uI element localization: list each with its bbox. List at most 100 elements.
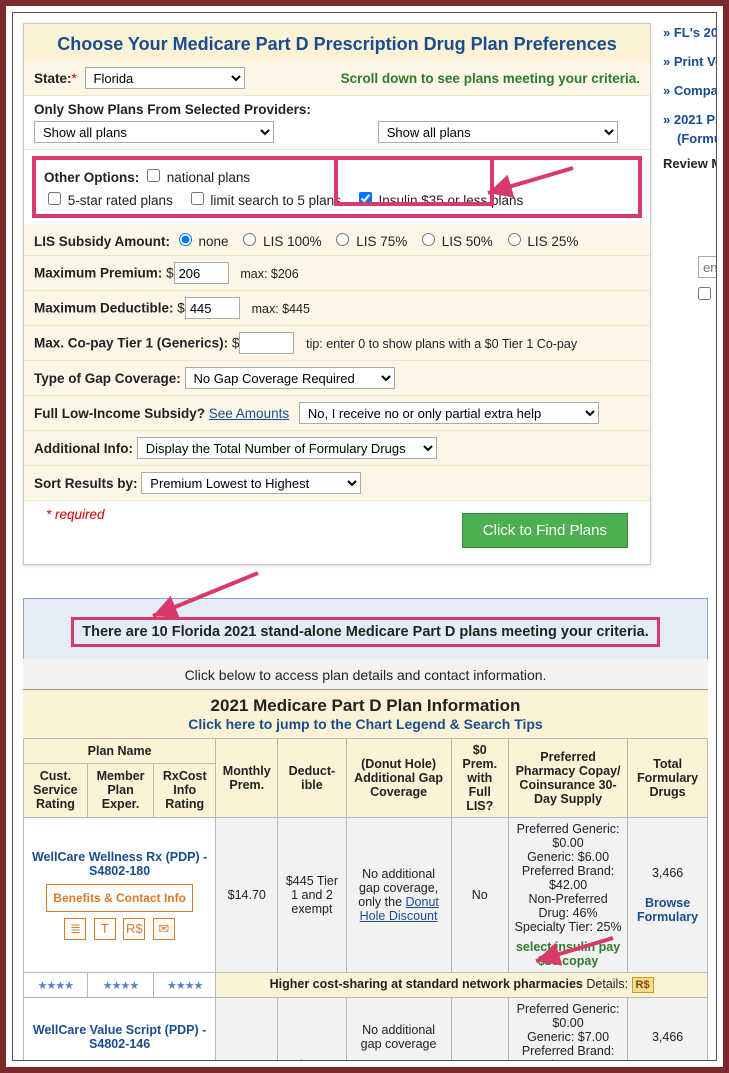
sidebar-links: FL's 202 Print Ve Compar 2021 PD (Formul… [663,25,717,303]
addl-info-select[interactable]: Display the Total Number of Formulary Dr… [137,437,437,459]
max-deduct-hint: max: $445 [252,302,310,316]
copay-line: Non-Preferred Drug: 46% [513,892,623,920]
plan1-total: 3,466 [632,866,703,880]
stars-cust: ★★★★ [38,980,73,992]
table-row: WellCare Wellness Rx (PDP) - S4802-180 B… [24,818,708,973]
doc-icon[interactable]: ≣ [64,918,86,940]
lis-100-radio[interactable]: LIS 100% [238,234,321,249]
side-link-formulary[interactable]: (Formul [677,131,717,146]
max-deduct-label: Maximum Deductible: [34,301,174,316]
provider-select-1[interactable]: Show all plans [34,121,274,143]
th-zero: $0 Prem. with Full LIS? [451,739,508,818]
plan1-benefits-button[interactable]: Benefits & Contact Info [46,884,193,912]
limit-5-checkbox[interactable]: limit search to 5 plans [187,193,341,208]
state-select[interactable]: Florida [85,67,245,89]
th-rxcost: RxCost Info Rating [154,763,216,817]
plan1-name-link[interactable]: WellCare Wellness Rx (PDP) - S4802-180 [28,850,211,878]
results-banner-wrap: There are 10 Florida 2021 stand-alone Me… [23,598,708,666]
scroll-note: Scroll down to see plans meeting your cr… [341,71,640,86]
dollar-sign: $ [166,266,174,281]
lis-75-radio[interactable]: LIS 75% [331,234,407,249]
rx-icon[interactable]: R$ [123,918,145,940]
insulin-copay-note: select insulin pay $35 copay [513,940,623,968]
max-premium-hint: max: $206 [240,267,298,281]
chart-legend-link[interactable]: Click here to jump to the Chart Legend &… [33,716,698,732]
dollar-sign: $ [177,301,185,316]
copay-line: Preferred Generic: $0.00 [513,1002,623,1030]
email-input[interactable] [698,256,717,278]
max-premium-input[interactable] [174,262,229,284]
results-title: 2021 Medicare Part D Plan Information [33,696,698,716]
dollar-sign: $ [232,336,240,351]
copay-line: Generic: $6.00 [513,850,623,864]
th-cust: Cust. Service Rating [24,763,88,817]
free-checkbox[interactable] [698,287,711,300]
th-deduct: Deduct-ible [278,739,346,818]
plan2-deduct: $445 [278,998,346,1062]
plan1-deduct: $445 Tier 1 and 2 exempt [278,818,346,973]
plan2-total: 3,466 [628,998,708,1062]
copay-line: Generic: $7.00 [513,1030,623,1044]
side-link-2021pdp[interactable]: 2021 PD [663,112,717,127]
plan1-monthly: $14.70 [216,818,278,973]
preferences-form: Choose Your Medicare Part D Prescription… [23,23,651,565]
max-copay-input[interactable] [239,332,294,354]
see-amounts-link[interactable]: See Amounts [209,406,289,421]
provider-select-2[interactable]: Show all plans [378,121,618,143]
rx-pill-icon[interactable]: R$ [632,977,654,993]
lis-none-radio[interactable]: none [174,234,229,249]
table-row-stars: ★★★★ ★★★★ ★★★★ Higher cost-sharing at st… [24,973,708,998]
review-heading: Review M [663,156,717,171]
other-options-highlight: Other Options: national plans 5-star rat… [32,156,642,218]
th-monthly: Monthly Prem. [216,739,278,818]
copay-line: Preferred Brand: $43.00 [513,1044,623,1061]
th-member: Member Plan Exper. [87,763,153,817]
lis-50-radio[interactable]: LIS 50% [417,234,493,249]
th-gap: (Donut Hole) Additional Gap Coverage [346,739,451,818]
results-subtitle: Click below to access plan details and c… [23,659,708,691]
max-copay-label: Max. Co-pay Tier 1 (Generics): [34,336,228,351]
mail-icon[interactable]: ✉ [153,918,175,940]
find-plans-button[interactable]: Click to Find Plans [462,513,628,548]
gap-label: Type of Gap Coverage: [34,371,181,386]
plan2-gap: No additional gap coverage [346,998,451,1062]
sort-label: Sort Results by: [34,476,138,491]
form-title: Choose Your Medicare Part D Prescription… [24,24,650,61]
th-pref: Preferred Pharmacy Copay/ Coinsurance 30… [508,739,627,818]
max-copay-tip: tip: enter 0 to show plans with a $0 Tie… [306,337,577,351]
plan2-name-link[interactable]: WellCare Value Script (PDP) - S4802-146 [28,1023,211,1051]
other-options-label: Other Options: [44,170,139,185]
browse-formulary-link[interactable]: Browse Formulary [632,896,703,924]
max-deduct-input[interactable] [185,297,240,319]
max-premium-label: Maximum Premium: [34,266,162,281]
email-label: E [663,241,717,256]
required-star: * [72,71,77,86]
side-link-fl2021[interactable]: FL's 202 [663,25,717,40]
stars-rxcost: ★★★★ [167,980,202,992]
full-lis-select[interactable]: No, I receive no or only partial extra h… [299,402,599,424]
national-plans-checkbox[interactable]: national plans [143,170,250,185]
copay-line: Specialty Tier: 25% [513,920,623,934]
sort-select[interactable]: Premium Lowest to Highest [141,472,361,494]
plan1-icon-row: ≣ T R$ ✉ [28,918,211,940]
five-star-checkbox[interactable]: 5-star rated plans [44,193,173,208]
state-label: State: [34,71,72,86]
stars-member: ★★★★ [103,980,138,992]
addl-info-label: Additional Info: [34,441,133,456]
th-plan-name: Plan Name [24,739,216,764]
side-link-print[interactable]: Print Ve [663,54,717,69]
table-row: WellCare Value Script (PDP) - S4802-146 … [24,998,708,1062]
higher-cost-note: Higher cost-sharing at standard network … [270,977,583,991]
full-lis-label: Full Low-Income Subsidy? [34,406,205,421]
side-link-compare[interactable]: Compar [663,83,717,98]
text-icon[interactable]: T [94,918,116,940]
insulin-checkbox[interactable]: Insulin $35 or less plans [355,193,524,208]
lis-25-radio[interactable]: LIS 25% [503,234,579,249]
providers-label: Only Show Plans From Selected Providers: [34,102,640,117]
th-total: Total Formulary Drugs [628,739,708,818]
gap-select[interactable]: No Gap Coverage Required [185,367,395,389]
plan-table: Plan Name Monthly Prem. Deduct-ible (Don… [23,738,708,1061]
results-banner: There are 10 Florida 2021 stand-alone Me… [71,617,660,647]
required-note: * required [34,499,117,530]
plan1-zero: No [451,818,508,973]
